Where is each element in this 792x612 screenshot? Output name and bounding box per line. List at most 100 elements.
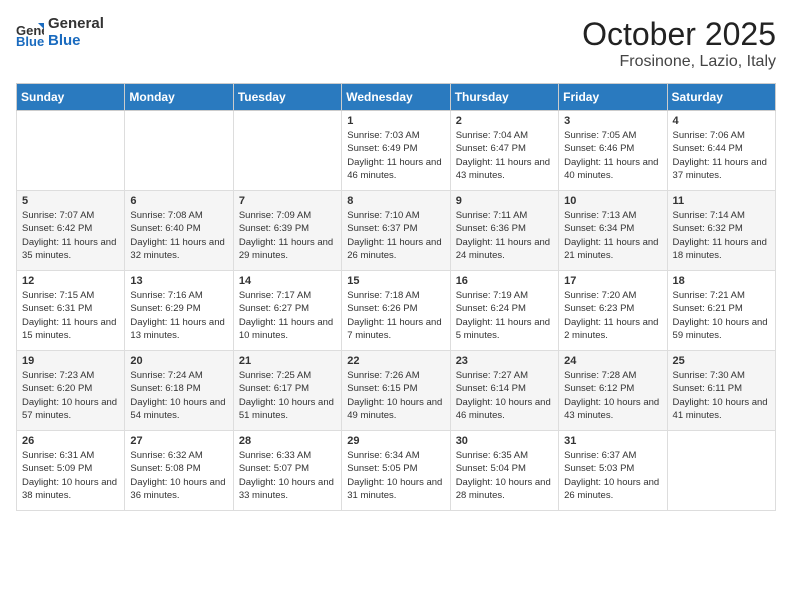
day-info: Sunrise: 7:20 AMSunset: 6:23 PMDaylight:… <box>564 289 661 342</box>
day-info: Sunrise: 7:09 AMSunset: 6:39 PMDaylight:… <box>239 209 336 262</box>
day-cell: 3 Sunrise: 7:05 AMSunset: 6:46 PMDaylight… <box>559 111 667 191</box>
day-cell: 9Sunrise: 7:11 AMSunset: 6:36 PMDaylight… <box>450 191 558 271</box>
day-cell: 19Sunrise: 7:23 AMSunset: 6:20 PMDayligh… <box>17 351 125 431</box>
day-number: 14 <box>239 275 336 287</box>
day-info: Sunrise: 7:08 AMSunset: 6:40 PMDaylight:… <box>130 209 227 262</box>
day-info: Sunrise: 7:07 AMSunset: 6:42 PMDaylight:… <box>22 209 119 262</box>
day-cell <box>667 431 775 511</box>
day-number: 17 <box>564 275 661 287</box>
day-cell: 28 Sunrise: 6:33 AMSunset: 5:07 PMDayligh… <box>233 431 341 511</box>
day-info: Sunrise: 7:18 AMSunset: 6:26 PMDaylight:… <box>347 289 444 342</box>
day-number: 20 <box>130 355 227 367</box>
day-cell: 29 Sunrise: 6:34 AMSunset: 5:05 PMDayligh… <box>342 431 450 511</box>
day-cell: 12 Sunrise: 7:15 AMSunset: 6:31 PMDayligh… <box>17 271 125 351</box>
day-number: 28 <box>239 435 336 447</box>
weekday-header-sunday: Sunday <box>17 84 125 111</box>
day-cell: 4Sunrise: 7:06 AMSunset: 6:44 PMDaylight… <box>667 111 775 191</box>
logo: General Blue General Blue <box>16 16 104 49</box>
calendar-subtitle: Frosinone, Lazio, Italy <box>582 53 776 71</box>
logo-icon: General Blue <box>16 19 44 47</box>
day-cell: 6 Sunrise: 7:08 AMSunset: 6:40 PMDaylight… <box>125 191 233 271</box>
day-info: Sunrise: 7:14 AMSunset: 6:32 PMDaylight:… <box>673 209 770 262</box>
logo-blue: Blue <box>48 33 104 50</box>
day-number: 29 <box>347 435 444 447</box>
title-block: October 2025 Frosinone, Lazio, Italy <box>582 16 776 71</box>
day-number: 24 <box>564 355 661 367</box>
day-info: Sunrise: 6:33 AMSunset: 5:07 PMDaylight:… <box>239 449 336 502</box>
day-info: Sunrise: 7:06 AMSunset: 6:44 PMDaylight:… <box>673 129 770 182</box>
day-number: 22 <box>347 355 444 367</box>
day-number: 13 <box>130 275 227 287</box>
day-number: 21 <box>239 355 336 367</box>
day-cell: 11 Sunrise: 7:14 AMSunset: 6:32 PMDayligh… <box>667 191 775 271</box>
logo-general: General <box>48 16 104 33</box>
day-number: 27 <box>130 435 227 447</box>
week-row-3: 12 Sunrise: 7:15 AMSunset: 6:31 PMDayligh… <box>17 271 776 351</box>
day-info: Sunrise: 7:13 AMSunset: 6:34 PMDaylight:… <box>564 209 661 262</box>
day-info: Sunrise: 7:28 AMSunset: 6:12 PMDaylight:… <box>564 369 661 422</box>
day-info: Sunrise: 7:21 AMSunset: 6:21 PMDaylight:… <box>673 289 770 342</box>
day-cell: 17 Sunrise: 7:20 AMSunset: 6:23 PMDayligh… <box>559 271 667 351</box>
day-info: Sunrise: 7:25 AMSunset: 6:17 PMDaylight:… <box>239 369 336 422</box>
day-info: Sunrise: 6:32 AMSunset: 5:08 PMDaylight:… <box>130 449 227 502</box>
day-info: Sunrise: 6:34 AMSunset: 5:05 PMDaylight:… <box>347 449 444 502</box>
day-number: 16 <box>456 275 553 287</box>
day-info: Sunrise: 7:30 AMSunset: 6:11 PMDaylight:… <box>673 369 770 422</box>
day-info: Sunrise: 6:31 AMSunset: 5:09 PMDaylight:… <box>22 449 119 502</box>
day-cell: 20 Sunrise: 7:24 AMSunset: 6:18 PMDayligh… <box>125 351 233 431</box>
day-cell: 26 Sunrise: 6:31 AMSunset: 5:09 PMDayligh… <box>17 431 125 511</box>
day-number: 23 <box>456 355 553 367</box>
day-number: 12 <box>22 275 119 287</box>
weekday-header-row: SundayMondayTuesdayWednesdayThursdayFrid… <box>17 84 776 111</box>
day-number: 15 <box>347 275 444 287</box>
day-info: Sunrise: 7:23 AMSunset: 6:20 PMDaylight:… <box>22 369 119 422</box>
weekday-header-saturday: Saturday <box>667 84 775 111</box>
calendar-title: October 2025 <box>582 16 776 53</box>
day-cell: 25 Sunrise: 7:30 AMSunset: 6:11 PMDayligh… <box>667 351 775 431</box>
day-cell: 2Sunrise: 7:04 AMSunset: 6:47 PMDaylight… <box>450 111 558 191</box>
day-cell: 1Sunrise: 7:03 AMSunset: 6:49 PMDaylight… <box>342 111 450 191</box>
day-number: 3 <box>564 115 661 127</box>
day-number: 26 <box>22 435 119 447</box>
day-info: Sunrise: 7:19 AMSunset: 6:24 PMDaylight:… <box>456 289 553 342</box>
day-info: Sunrise: 7:10 AMSunset: 6:37 PMDaylight:… <box>347 209 444 262</box>
day-cell: 5 Sunrise: 7:07 AMSunset: 6:42 PMDaylight… <box>17 191 125 271</box>
day-cell: 13 Sunrise: 7:16 AMSunset: 6:29 PMDayligh… <box>125 271 233 351</box>
day-number: 11 <box>673 195 770 207</box>
day-cell: 23 Sunrise: 7:27 AMSunset: 6:14 PMDayligh… <box>450 351 558 431</box>
day-number: 8 <box>347 195 444 207</box>
day-number: 30 <box>456 435 553 447</box>
day-cell: 8 Sunrise: 7:10 AMSunset: 6:37 PMDaylight… <box>342 191 450 271</box>
day-info: Sunrise: 7:16 AMSunset: 6:29 PMDaylight:… <box>130 289 227 342</box>
page-header: General Blue General Blue October 2025 F… <box>16 16 776 71</box>
day-info: Sunrise: 7:03 AMSunset: 6:49 PMDaylight:… <box>347 129 444 182</box>
day-cell: 22Sunrise: 7:26 AMSunset: 6:15 PMDayligh… <box>342 351 450 431</box>
day-cell: 18Sunrise: 7:21 AMSunset: 6:21 PMDayligh… <box>667 271 775 351</box>
day-number: 6 <box>130 195 227 207</box>
day-cell: 10Sunrise: 7:13 AMSunset: 6:34 PMDayligh… <box>559 191 667 271</box>
day-cell: 15 Sunrise: 7:18 AMSunset: 6:26 PMDayligh… <box>342 271 450 351</box>
day-cell: 24 Sunrise: 7:28 AMSunset: 6:12 PMDayligh… <box>559 351 667 431</box>
day-info: Sunrise: 7:04 AMSunset: 6:47 PMDaylight:… <box>456 129 553 182</box>
day-cell: 7 Sunrise: 7:09 AMSunset: 6:39 PMDaylight… <box>233 191 341 271</box>
day-info: Sunrise: 6:37 AMSunset: 5:03 PMDaylight:… <box>564 449 661 502</box>
day-number: 25 <box>673 355 770 367</box>
day-cell: 31 Sunrise: 6:37 AMSunset: 5:03 PMDayligh… <box>559 431 667 511</box>
day-info: Sunrise: 7:24 AMSunset: 6:18 PMDaylight:… <box>130 369 227 422</box>
day-info: Sunrise: 7:27 AMSunset: 6:14 PMDaylight:… <box>456 369 553 422</box>
day-number: 7 <box>239 195 336 207</box>
day-info: Sunrise: 7:17 AMSunset: 6:27 PMDaylight:… <box>239 289 336 342</box>
weekday-header-tuesday: Tuesday <box>233 84 341 111</box>
svg-text:Blue: Blue <box>16 34 44 47</box>
weekday-header-thursday: Thursday <box>450 84 558 111</box>
week-row-1: 1Sunrise: 7:03 AMSunset: 6:49 PMDaylight… <box>17 111 776 191</box>
day-number: 31 <box>564 435 661 447</box>
day-number: 5 <box>22 195 119 207</box>
day-cell: 14 Sunrise: 7:17 AMSunset: 6:27 PMDayligh… <box>233 271 341 351</box>
day-info: Sunrise: 7:05 AMSunset: 6:46 PMDaylight:… <box>564 129 661 182</box>
weekday-header-monday: Monday <box>125 84 233 111</box>
day-info: Sunrise: 7:11 AMSunset: 6:36 PMDaylight:… <box>456 209 553 262</box>
weekday-header-friday: Friday <box>559 84 667 111</box>
weekday-header-wednesday: Wednesday <box>342 84 450 111</box>
day-info: Sunrise: 7:15 AMSunset: 6:31 PMDaylight:… <box>22 289 119 342</box>
